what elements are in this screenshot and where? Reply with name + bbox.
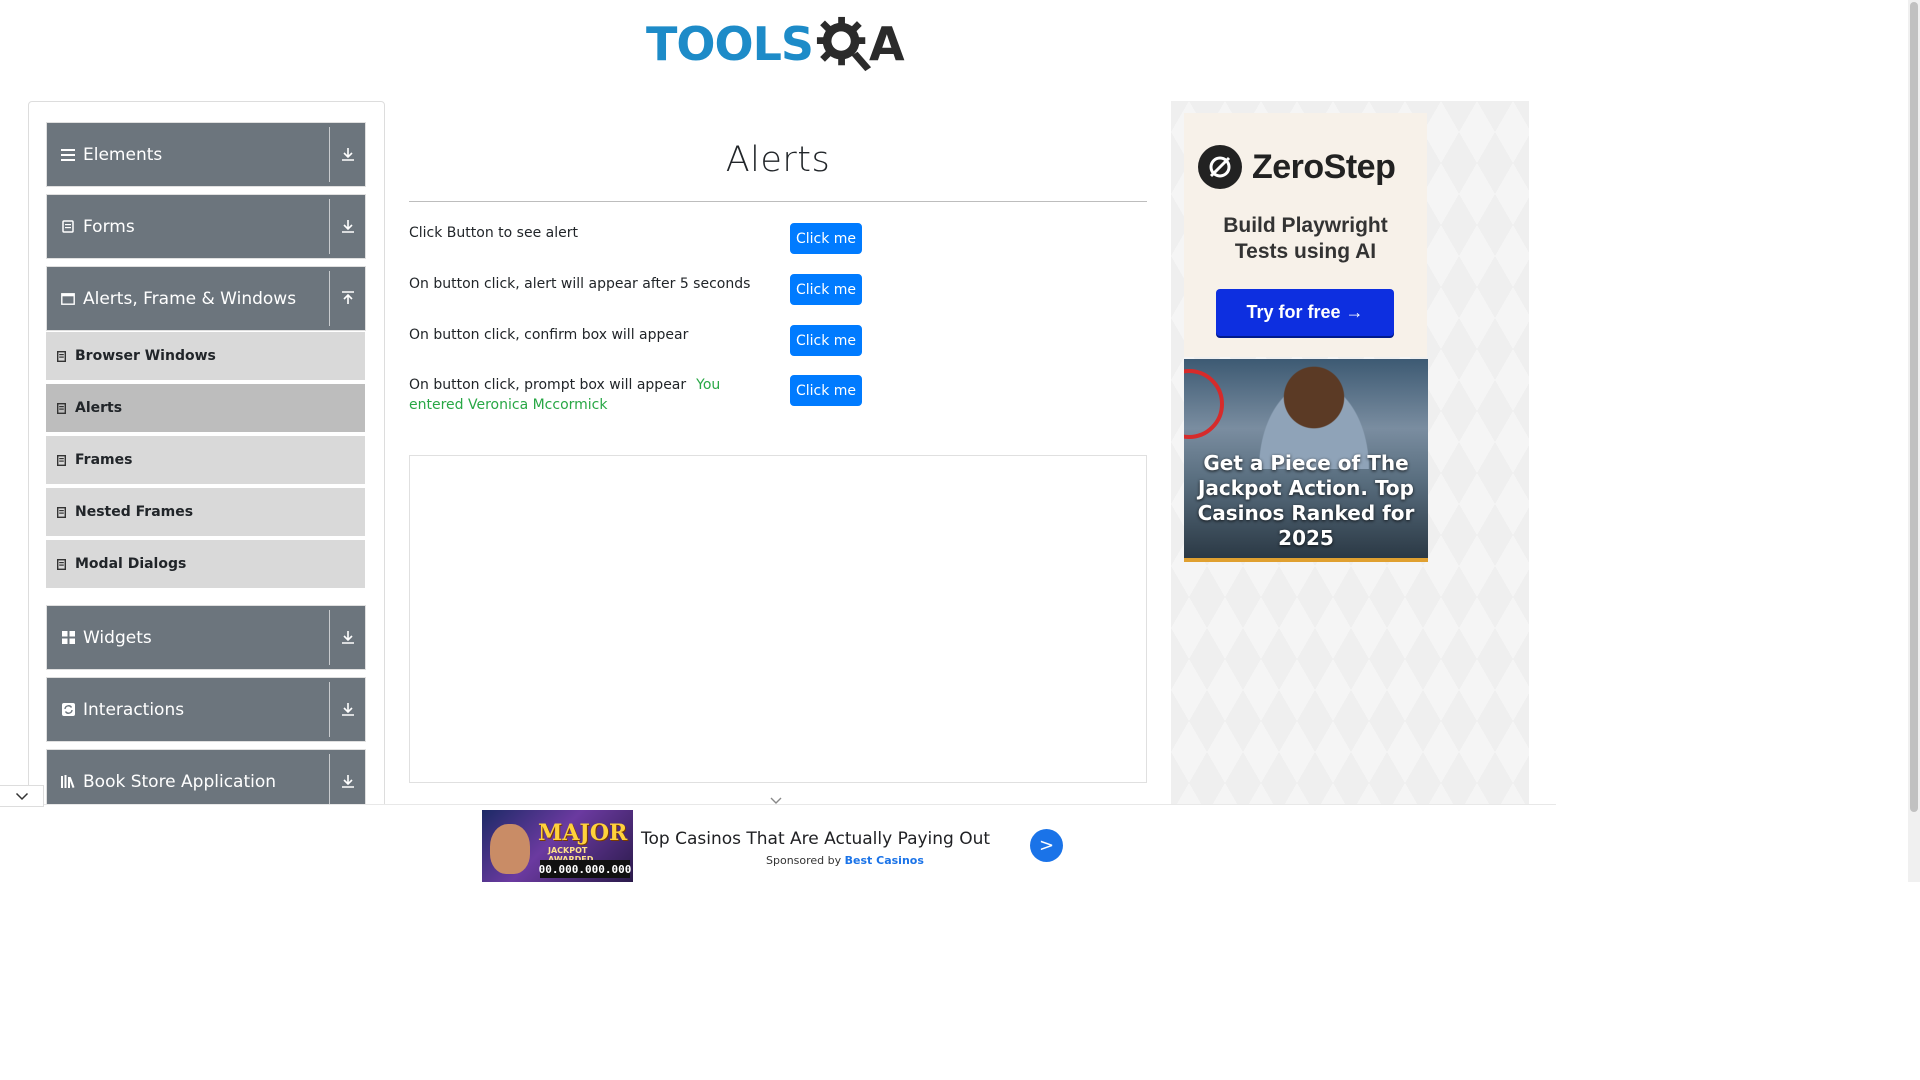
sidebar-group-alerts-frame-windows[interactable]: Alerts, Frame & Windows <box>46 266 366 331</box>
alert-row-label: Click Button to see alert <box>409 225 578 241</box>
prompt-button[interactable]: Click me <box>790 375 862 406</box>
divider <box>329 127 330 182</box>
confirm-row-label: On button click, confirm box will appear <box>409 327 689 343</box>
site-header: TOOLS A <box>0 0 1568 90</box>
collapse-arrow-up-icon[interactable] <box>339 289 357 307</box>
group-label: Interactions <box>83 699 185 720</box>
sidebar-group-elements[interactable]: Elements <box>46 122 366 187</box>
item-icon <box>57 506 69 518</box>
tagline-line-2: Tests using AI <box>1234 240 1377 263</box>
group-label: Forms <box>83 216 135 237</box>
ad-face-image <box>490 824 530 874</box>
zerostep-ad[interactable]: ZeroStep Build Playwright Tests using AI… <box>1184 113 1427 357</box>
scrollbar-thumb[interactable] <box>1910 2 1918 812</box>
sidebar-group-forms[interactable]: Forms <box>46 194 366 259</box>
timer-alert-row-label: On button click, alert will appear after… <box>409 276 751 292</box>
decorative-ring <box>1184 369 1224 439</box>
sidebar: Elements Forms Alerts, Frame & Windows B… <box>28 101 385 821</box>
group-label: Widgets <box>83 627 152 648</box>
page-title: Alerts <box>725 140 831 180</box>
try-for-free-button[interactable]: Try for free → <box>1216 289 1394 336</box>
gear-magnifier-icon <box>816 16 872 72</box>
interactions-icon <box>59 703 77 716</box>
sidebar-item-alerts[interactable]: Alerts <box>46 384 365 434</box>
jackpot-ad-image[interactable]: MAJOR JACKPOT AWARDED 00.000.000.000 <box>482 810 633 882</box>
logo-text: TOOLS <box>646 17 814 71</box>
expand-arrow-down-icon[interactable] <box>339 772 357 790</box>
hamburger-icon <box>59 148 77 161</box>
ad-collapse-button[interactable] <box>0 785 44 807</box>
sidebar-group-interactions[interactable]: Interactions <box>46 677 366 742</box>
tagline-line-1: Build Playwright <box>1223 214 1388 237</box>
ad-image-amount: 00.000.000.000 <box>539 860 631 878</box>
item-label: Nested Frames <box>75 504 194 520</box>
zerostep-tagline: Build Playwright Tests using AI <box>1184 213 1427 265</box>
alert-button[interactable]: Click me <box>790 223 862 254</box>
page-scrollbar[interactable] <box>1908 0 1920 882</box>
expand-arrow-down-icon[interactable] <box>339 700 357 718</box>
item-icon <box>57 558 69 570</box>
expand-arrow-down-icon[interactable] <box>339 628 357 646</box>
ad-headline[interactable]: Top Casinos That Are Actually Paying Out <box>641 829 990 849</box>
books-icon <box>59 775 77 788</box>
sidebar-item-frames[interactable]: Frames <box>46 436 365 486</box>
window-icon <box>59 292 77 305</box>
ad-go-button[interactable]: > <box>1030 829 1063 862</box>
sponsor-name[interactable]: Best Casinos <box>845 854 924 867</box>
zerostep-logo: ZeroStep <box>1198 145 1396 189</box>
divider <box>329 682 330 737</box>
toolsqa-logo[interactable]: TOOLS A <box>646 12 912 76</box>
group-label: Alerts, Frame & Windows <box>83 288 297 309</box>
item-label: Modal Dialogs <box>75 556 187 572</box>
item-icon <box>57 350 69 362</box>
item-label: Frames <box>75 452 133 468</box>
zerostep-brand: ZeroStep <box>1252 147 1396 186</box>
group-label: Book Store Application <box>83 771 277 792</box>
divider <box>329 610 330 665</box>
sidebar-item-browser-windows[interactable]: Browser Windows <box>46 332 365 382</box>
ad-sponsor-line: Sponsored by Best Casinos <box>766 854 924 867</box>
casino-ad[interactable]: Get a Piece of The Jackpot Action. Top C… <box>1184 359 1428 562</box>
prompt-row: On button click, prompt box will appear Y… <box>409 375 769 415</box>
sidebar-group-widgets[interactable]: Widgets <box>46 605 366 670</box>
chevron-down-icon <box>15 792 28 800</box>
form-icon <box>59 220 77 233</box>
timer-alert-button[interactable]: Click me <box>790 274 862 305</box>
ad-frame <box>409 455 1147 783</box>
confirm-button[interactable]: Click me <box>790 325 862 356</box>
item-icon <box>57 402 69 414</box>
divider <box>329 271 330 326</box>
prompt-row-label: On button click, prompt box will appear <box>409 377 687 393</box>
expand-arrow-down-icon[interactable] <box>339 217 357 235</box>
divider <box>329 199 330 254</box>
widgets-icon <box>59 631 77 644</box>
item-icon <box>57 454 69 466</box>
item-label: Browser Windows <box>75 348 216 364</box>
ad-image-word: MAJOR <box>538 820 628 846</box>
divider <box>329 754 330 809</box>
casino-ad-text: Get a Piece of The Jackpot Action. Top C… <box>1197 451 1415 550</box>
sidebar-item-nested-frames[interactable]: Nested Frames <box>46 488 365 538</box>
sidebar-item-modal-dialogs[interactable]: Modal Dialogs <box>46 540 365 590</box>
zerostep-mark-icon <box>1198 145 1242 189</box>
bottom-ad-bar: MAJOR JACKPOT AWARDED 00.000.000.000 Top… <box>0 804 1556 882</box>
logo-letter-a: A <box>869 17 905 71</box>
title-divider <box>409 201 1147 202</box>
item-label: Alerts <box>75 400 123 416</box>
group-label: Elements <box>83 144 163 165</box>
expand-arrow-down-icon[interactable] <box>339 145 357 163</box>
sponsored-by-label: Sponsored by <box>766 854 842 867</box>
